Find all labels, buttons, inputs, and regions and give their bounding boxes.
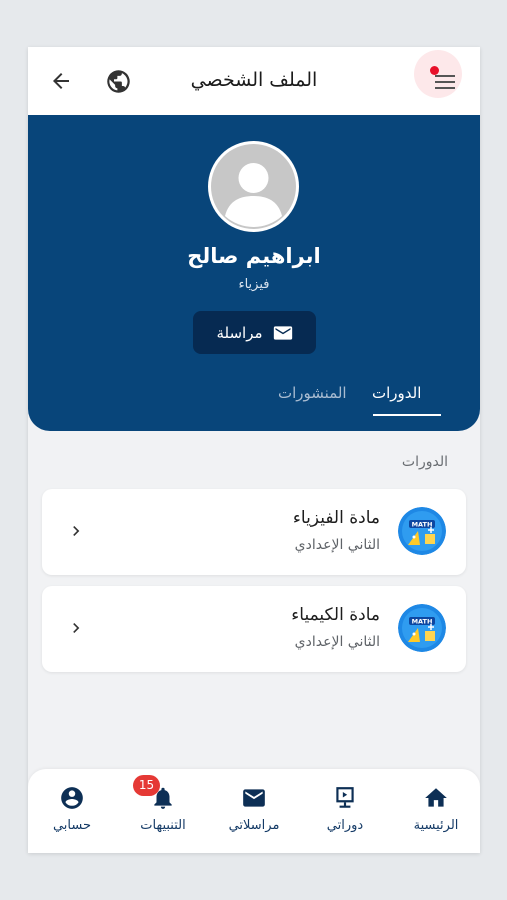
course-level: الثاني الإعدادي	[294, 634, 380, 650]
user-name: ابراهيم صالح	[187, 244, 321, 268]
math-course-icon: MATH	[398, 507, 446, 555]
course-level: الثاني الإعدادي	[294, 537, 380, 553]
message-button[interactable]: مراسلة	[193, 311, 316, 354]
app-screen: الملف الشخصي ابراهيم صالح فيزياء مراسلة …	[28, 47, 480, 853]
tab-courses[interactable]: الدورات	[372, 384, 421, 402]
list-item[interactable]: MATH مادة الكيمياء الثاني الإعدادي	[42, 586, 466, 672]
nav-item-home[interactable]: الرئيسية	[392, 769, 480, 853]
chevron-right-icon	[73, 526, 80, 536]
math-course-icon: MATH	[398, 604, 446, 652]
nav-item-account[interactable]: حسابي	[28, 769, 116, 853]
avatar	[208, 141, 299, 232]
course-name: مادة الكيمياء	[291, 605, 380, 625]
account-circle-icon	[61, 787, 83, 809]
nav-label: التنبيهات	[140, 818, 186, 833]
monitor-icon	[336, 787, 354, 808]
notification-count-badge: 15	[133, 775, 160, 796]
nav-label: الرئيسية	[413, 818, 459, 833]
home-icon	[425, 788, 447, 807]
nav-item-notifications[interactable]: التنبيهات	[119, 769, 207, 853]
nav-item-messages[interactable]: مراسلاتي	[210, 769, 298, 853]
section-title: الدورات	[401, 454, 448, 470]
notification-dot	[430, 66, 439, 75]
nav-label: دوراتي	[326, 818, 364, 833]
tab-posts[interactable]: المنشورات	[278, 384, 347, 402]
envelope-icon	[273, 325, 292, 340]
envelope-icon	[243, 789, 265, 807]
nav-label: حسابي	[52, 818, 92, 833]
chevron-right-icon	[73, 623, 80, 633]
message-button-label: مراسلة	[216, 323, 263, 342]
svg-text:MATH: MATH	[412, 521, 433, 529]
nav-label: مراسلاتي	[228, 818, 280, 833]
list-item[interactable]: MATH مادة الفيزياء الثاني الإعدادي	[42, 489, 466, 575]
svg-text:MATH: MATH	[412, 618, 433, 626]
user-placeholder-icon	[211, 144, 296, 229]
hamburger-menu-icon[interactable]	[433, 73, 457, 91]
page-title: الملف الشخصي	[190, 69, 318, 91]
top-app-bar: الملف الشخصي	[28, 47, 480, 115]
bottom-navigation: حسابي التنبيهات مراسلاتي دوراتي الرئيسية	[28, 769, 480, 853]
course-name: مادة الفيزياء	[292, 508, 380, 528]
active-tab-indicator	[373, 414, 441, 416]
nav-item-my-courses[interactable]: دوراتي	[301, 769, 389, 853]
user-subject: فيزياء	[238, 277, 270, 292]
